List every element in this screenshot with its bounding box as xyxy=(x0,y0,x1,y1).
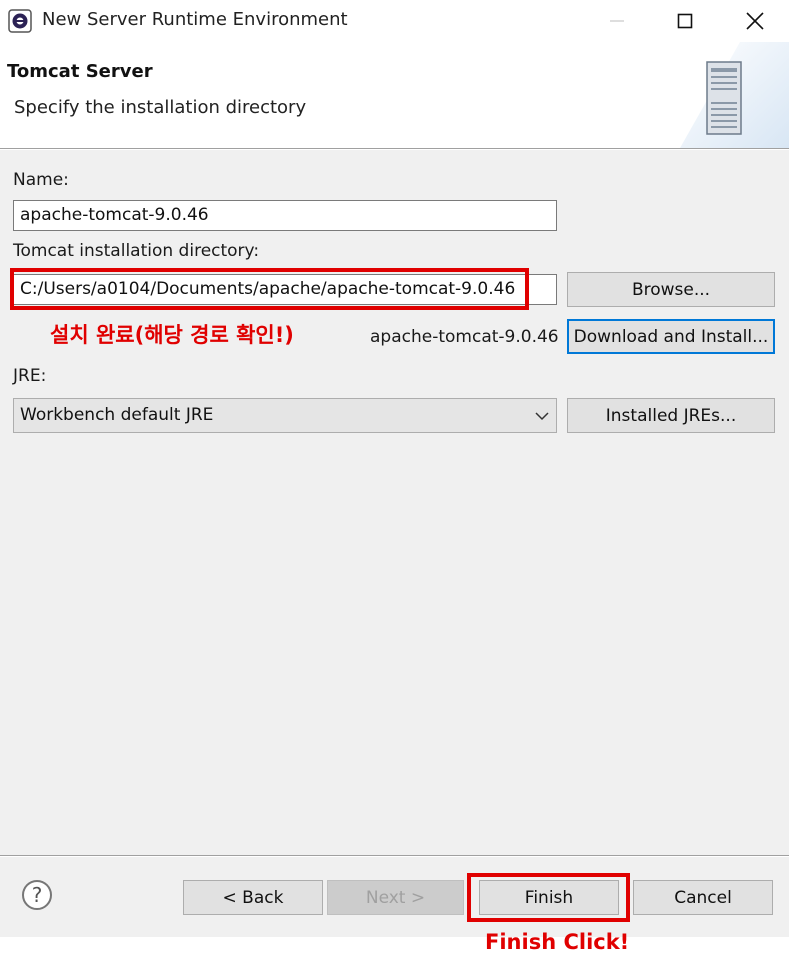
eclipse-app-icon xyxy=(8,9,32,33)
installed-jres-button[interactable]: Installed JREs... xyxy=(567,398,775,433)
next-label: Next > xyxy=(365,887,426,908)
next-button[interactable]: Next > xyxy=(327,880,464,915)
annotation-strip xyxy=(0,937,789,972)
wizard-header: Tomcat Server Specify the installation d… xyxy=(0,42,789,148)
name-field[interactable]: apache-tomcat-9.0.46 xyxy=(13,200,557,231)
cancel-button[interactable]: Cancel xyxy=(633,880,773,915)
wizard-title: Tomcat Server xyxy=(7,61,153,82)
download-install-button[interactable]: Download and Install... xyxy=(567,319,775,354)
form-area: Name: apache-tomcat-9.0.46 Tomcat instal… xyxy=(0,150,789,855)
download-install-label: Download and Install... xyxy=(573,326,769,347)
install-complete-note: 설치 완료(해당 경로 확인!) xyxy=(50,323,294,347)
finish-click-note: Finish Click! xyxy=(485,930,630,954)
server-tower-icon xyxy=(680,42,789,148)
jre-selected-value: Workbench default JRE xyxy=(20,405,214,425)
jre-label: JRE: xyxy=(13,366,47,386)
finish-highlight-box xyxy=(467,873,630,922)
back-label: < Back xyxy=(222,887,284,908)
maximize-button[interactable] xyxy=(651,0,719,42)
back-button[interactable]: < Back xyxy=(183,880,323,915)
dir-highlight-box xyxy=(10,268,529,310)
maximize-icon xyxy=(677,13,693,29)
window-title: New Server Runtime Environment xyxy=(42,9,348,30)
cancel-label: Cancel xyxy=(674,887,732,908)
chevron-down-icon xyxy=(535,412,549,421)
browse-label: Browse... xyxy=(631,279,711,300)
wizard-subtitle: Specify the installation directory xyxy=(14,97,307,118)
installed-version-text: apache-tomcat-9.0.46 xyxy=(370,327,559,347)
jre-select[interactable]: Workbench default JRE xyxy=(13,398,557,433)
name-label: Name: xyxy=(13,170,69,190)
svg-text:?: ? xyxy=(32,883,43,907)
installed-jres-label: Installed JREs... xyxy=(605,405,737,426)
close-icon xyxy=(746,12,764,30)
help-icon[interactable]: ? xyxy=(21,879,53,911)
minimize-button[interactable] xyxy=(583,0,651,42)
title-bar: New Server Runtime Environment xyxy=(0,0,789,42)
minimize-icon xyxy=(610,20,624,22)
browse-button[interactable]: Browse... xyxy=(567,272,775,307)
close-button[interactable] xyxy=(721,0,789,42)
install-dir-label: Tomcat installation directory: xyxy=(13,241,260,261)
